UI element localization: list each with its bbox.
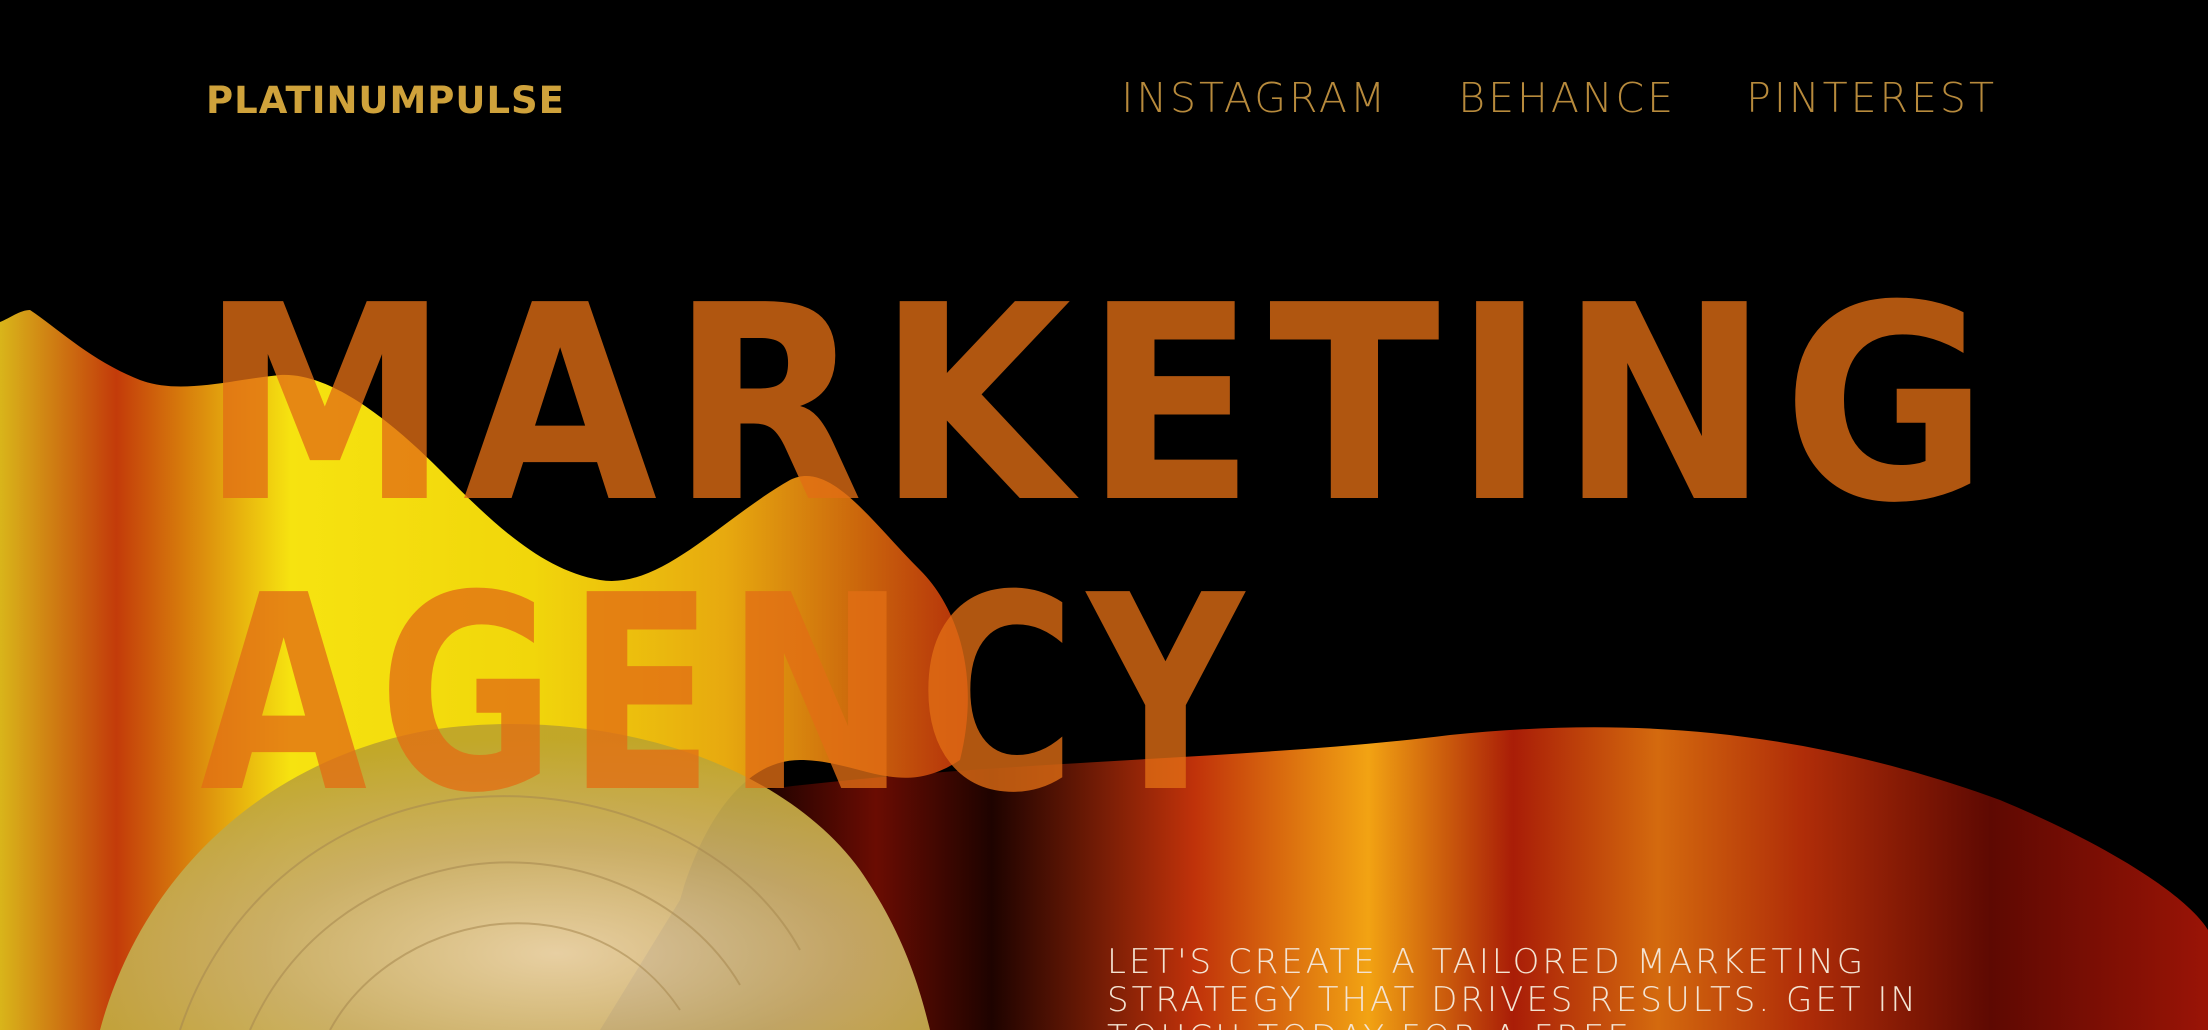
headline-line-agency: AGENCY xyxy=(200,537,1255,852)
nav-link-pinterest[interactable]: PINTEREST xyxy=(1746,78,1997,119)
headline-line-marketing: MARKETING xyxy=(200,247,2002,562)
nav-link-instagram[interactable]: INSTAGRAM xyxy=(1121,78,1388,119)
hero-headline: MARKETING AGENCY xyxy=(200,260,2050,840)
nav-link-behance[interactable]: BEHANCE xyxy=(1458,78,1676,119)
landing-page: PLATINUMPULSE INSTAGRAM BEHANCE PINTERES… xyxy=(0,0,2208,1030)
brand-logo[interactable]: PLATINUMPULSE xyxy=(206,82,565,119)
social-nav: INSTAGRAM BEHANCE PINTEREST xyxy=(1121,78,1997,119)
hero-tagline: LET'S CREATE A TAILORED MARKETING STRATE… xyxy=(1107,942,1919,1030)
